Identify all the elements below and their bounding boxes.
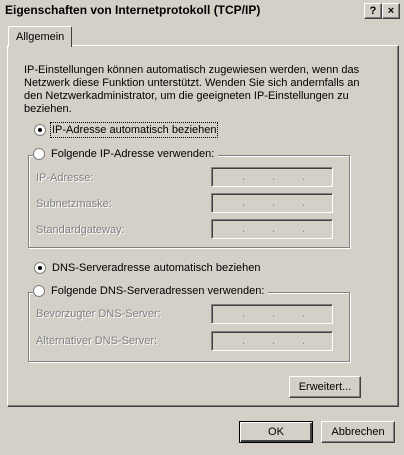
gateway-input[interactable]: ...	[211, 219, 333, 239]
dns-manual-group	[28, 292, 350, 362]
radio-label: DNS-Serveradresse automatisch beziehen	[52, 262, 261, 274]
close-button[interactable]: ×	[382, 3, 400, 19]
window-title: Eigenschaften von Internetprotokoll (TCP…	[5, 3, 261, 17]
advanced-button[interactable]: Erweitert...	[289, 376, 361, 398]
radio-ip-manual[interactable]: Folgende IP-Adresse verwenden:	[33, 147, 219, 161]
ip-address-input[interactable]: ...	[211, 167, 333, 187]
cancel-button[interactable]: Abbrechen	[321, 421, 395, 443]
description-text: IP-Einstellungen können automatisch zuge…	[24, 64, 360, 115]
tab-allgemein[interactable]: Allgemein	[8, 26, 72, 47]
ok-button[interactable]: OK	[239, 421, 313, 443]
radio-dns-manual[interactable]: Folgende DNS-Serveradressen verwenden:	[33, 284, 269, 298]
radio-indicator	[34, 262, 46, 274]
alternate-dns-input[interactable]: ...	[211, 331, 333, 351]
radio-dns-auto[interactable]: DNS-Serveradresse automatisch beziehen	[34, 262, 261, 274]
title-bar: Eigenschaften von Internetprotokoll (TCP…	[0, 0, 404, 22]
alternate-dns-label: Alternativer DNS-Server:	[36, 335, 158, 347]
radio-indicator	[33, 148, 45, 160]
preferred-dns-input[interactable]: ...	[211, 304, 333, 324]
radio-ip-auto[interactable]: IP-Adresse automatisch beziehen	[34, 122, 219, 138]
help-button[interactable]: ?	[364, 3, 382, 19]
radio-label: Folgende DNS-Serveradressen verwenden:	[51, 285, 265, 297]
radio-label: IP-Adresse automatisch beziehen	[49, 122, 219, 138]
radio-indicator	[34, 124, 46, 136]
ip-address-label: IP-Adresse:	[36, 172, 94, 184]
radio-label: Folgende IP-Adresse verwenden:	[51, 148, 215, 160]
preferred-dns-label: Bevorzugter DNS-Server:	[36, 308, 161, 320]
radio-indicator	[33, 285, 45, 297]
subnet-mask-input[interactable]: ...	[211, 193, 333, 213]
dialog-window: Eigenschaften von Internetprotokoll (TCP…	[0, 0, 404, 455]
gateway-label: Standardgateway:	[36, 224, 125, 236]
tab-label: Allgemein	[16, 31, 65, 43]
subnet-mask-label: Subnetzmaske:	[36, 198, 112, 210]
